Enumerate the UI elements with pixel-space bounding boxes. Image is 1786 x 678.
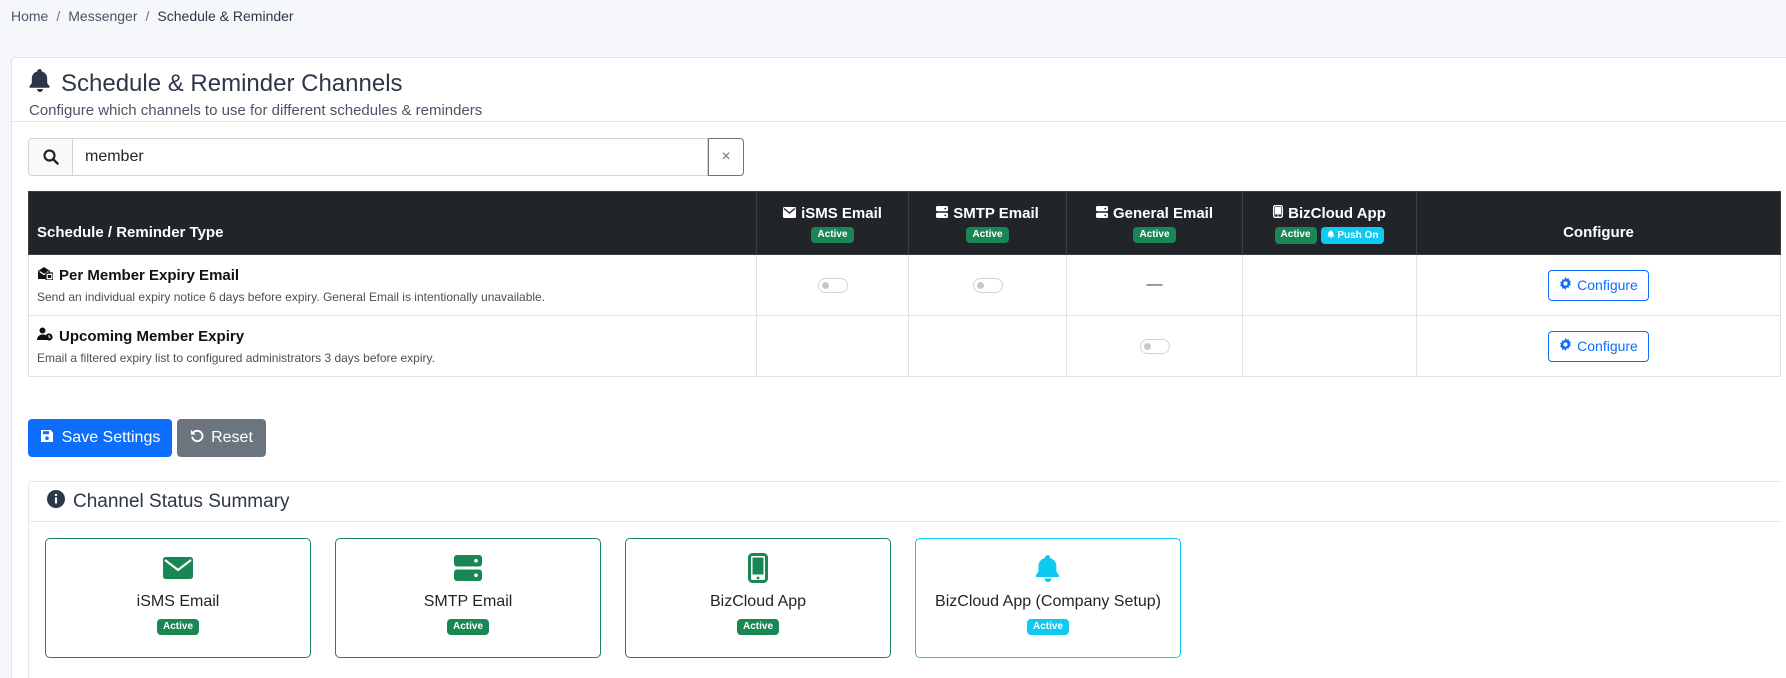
page-subtitle: Configure which channels to use for diff…: [29, 102, 483, 119]
cell-bizcloud-app: [1242, 315, 1417, 377]
gear-icon: [1559, 277, 1572, 293]
row-title: Upcoming Member Expiry: [59, 327, 245, 345]
status-badge: Active: [1026, 619, 1069, 635]
column-header-label: SMTP Email: [953, 205, 1039, 222]
card-name: BizCloud App (Company Setup): [935, 593, 1161, 610]
bell-icon: [29, 68, 51, 99]
mail-bulk-icon: [37, 266, 54, 284]
status-badge: Active: [156, 619, 199, 635]
column-header-isms-email: iSMS Email Active: [756, 191, 909, 255]
breadcrumb: Home / Messenger / Schedule & Reminder: [11, 8, 294, 24]
configure-button-label: Configure: [1577, 277, 1638, 293]
isms-email-toggle[interactable]: [817, 278, 848, 294]
mobile-icon: [1273, 204, 1284, 222]
cell-configure: Configure: [1416, 254, 1781, 316]
row-subtitle: Send an individual expiry notice 6 days …: [37, 290, 546, 304]
main-panel: Schedule & Reminder Channels Configure w…: [11, 57, 1786, 678]
search-input[interactable]: [73, 138, 708, 176]
status-badge: Active: [966, 227, 1009, 243]
card-name: BizCloud App: [709, 593, 807, 610]
page-title: Schedule & Reminder Channels: [29, 68, 482, 99]
configure-button[interactable]: Configure: [1548, 330, 1649, 362]
channel-status-summary: Channel Status Summary iSMS Email Active…: [28, 481, 1781, 678]
undo-icon: [190, 428, 205, 448]
server-icon: [1095, 205, 1108, 222]
column-header-bizcloud-app: BizCloud App Active Push On: [1242, 191, 1417, 255]
cell-bizcloud-app: [1242, 254, 1417, 316]
cell-isms-email: [756, 254, 909, 316]
column-header-label: iSMS Email: [801, 205, 882, 222]
header-divider: [12, 121, 1786, 122]
status-badge: Active: [1133, 227, 1176, 243]
not-available-dash: —: [1146, 276, 1163, 293]
summary-card-bizcloud-company-setup: BizCloud App (Company Setup) Active: [915, 538, 1181, 658]
column-header-configure: Configure: [1416, 191, 1781, 255]
server-icon: [936, 205, 949, 222]
bell-icon: [1035, 553, 1061, 583]
row-description-cell: Per Member Expiry Email Send an individu…: [28, 254, 757, 316]
summary-card-smtp-email: SMTP Email Active: [335, 538, 601, 658]
server-icon: [454, 553, 482, 583]
general-email-toggle[interactable]: [1139, 339, 1170, 355]
info-circle-icon: [47, 489, 65, 514]
cell-general-email: [1066, 315, 1243, 377]
cell-smtp-email: [908, 315, 1067, 377]
breadcrumb-home[interactable]: Home: [11, 8, 48, 24]
reset-label: Reset: [211, 429, 253, 446]
mobile-icon: [748, 553, 768, 583]
user-clock-icon: [37, 327, 53, 345]
table-header-row: Schedule / Reminder Type iSMS Email Acti…: [28, 191, 1781, 255]
row-title: Per Member Expiry Email: [59, 266, 240, 284]
configure-button-label: Configure: [1577, 338, 1638, 354]
cell-configure: Configure: [1416, 315, 1781, 377]
status-badge: Active: [446, 619, 489, 635]
save-settings-button[interactable]: Save Settings: [28, 419, 172, 457]
column-header-label: General Email: [1112, 205, 1214, 222]
cell-isms-email: [756, 315, 909, 377]
save-icon: [40, 429, 54, 448]
cell-general-email: —: [1066, 254, 1243, 316]
column-header-label: BizCloud App: [1288, 204, 1386, 222]
search-icon: [28, 138, 73, 176]
page-title-text: Schedule & Reminder Channels: [61, 69, 403, 97]
push-status-label: Push On: [1337, 229, 1379, 241]
breadcrumb-current: Schedule & Reminder: [157, 8, 294, 24]
row-subtitle: Email a filtered expiry list to configur…: [37, 351, 435, 365]
column-header-smtp-email: SMTP Email Active: [908, 191, 1067, 255]
summary-card-bizcloud-app: BizCloud App Active: [625, 538, 891, 658]
summary-header: Channel Status Summary: [29, 482, 1781, 522]
breadcrumb-messenger[interactable]: Messenger: [68, 8, 137, 24]
status-badge: Active: [811, 227, 854, 243]
envelope-icon: [783, 205, 797, 222]
card-name: iSMS Email: [136, 593, 220, 610]
column-header-general-email: General Email Active: [1066, 191, 1243, 255]
clear-search-button[interactable]: ×: [708, 138, 744, 176]
table-row: Upcoming Member Expiry Email a filtered …: [28, 315, 1781, 377]
save-settings-label: Save Settings: [61, 429, 161, 446]
table-row: Per Member Expiry Email Send an individu…: [28, 254, 1781, 316]
summary-cards: iSMS Email Active SMTP Email Active BizC…: [45, 538, 1181, 658]
bell-icon: [1326, 229, 1335, 241]
channels-table: Schedule / Reminder Type iSMS Email Acti…: [28, 191, 1781, 377]
smtp-email-toggle[interactable]: [972, 278, 1003, 294]
cell-smtp-email: [908, 254, 1067, 316]
breadcrumb-separator: /: [56, 8, 61, 24]
configure-button[interactable]: Configure: [1548, 269, 1649, 301]
status-badge: Active: [1274, 226, 1317, 244]
reset-button[interactable]: Reset: [177, 419, 266, 457]
card-name: SMTP Email: [423, 593, 513, 610]
summary-title: Channel Status Summary: [73, 490, 290, 512]
search-group: ×: [28, 138, 744, 176]
gear-icon: [1559, 338, 1572, 354]
status-badge: Active: [736, 619, 779, 635]
row-description-cell: Upcoming Member Expiry Email a filtered …: [28, 315, 757, 377]
summary-card-isms-email: iSMS Email Active: [45, 538, 311, 658]
breadcrumb-separator: /: [145, 8, 150, 24]
push-status-badge: Push On: [1320, 226, 1385, 244]
envelope-icon: [163, 553, 193, 583]
column-header-type: Schedule / Reminder Type: [28, 191, 757, 255]
page-header: Schedule & Reminder Channels Configure w…: [29, 68, 482, 119]
